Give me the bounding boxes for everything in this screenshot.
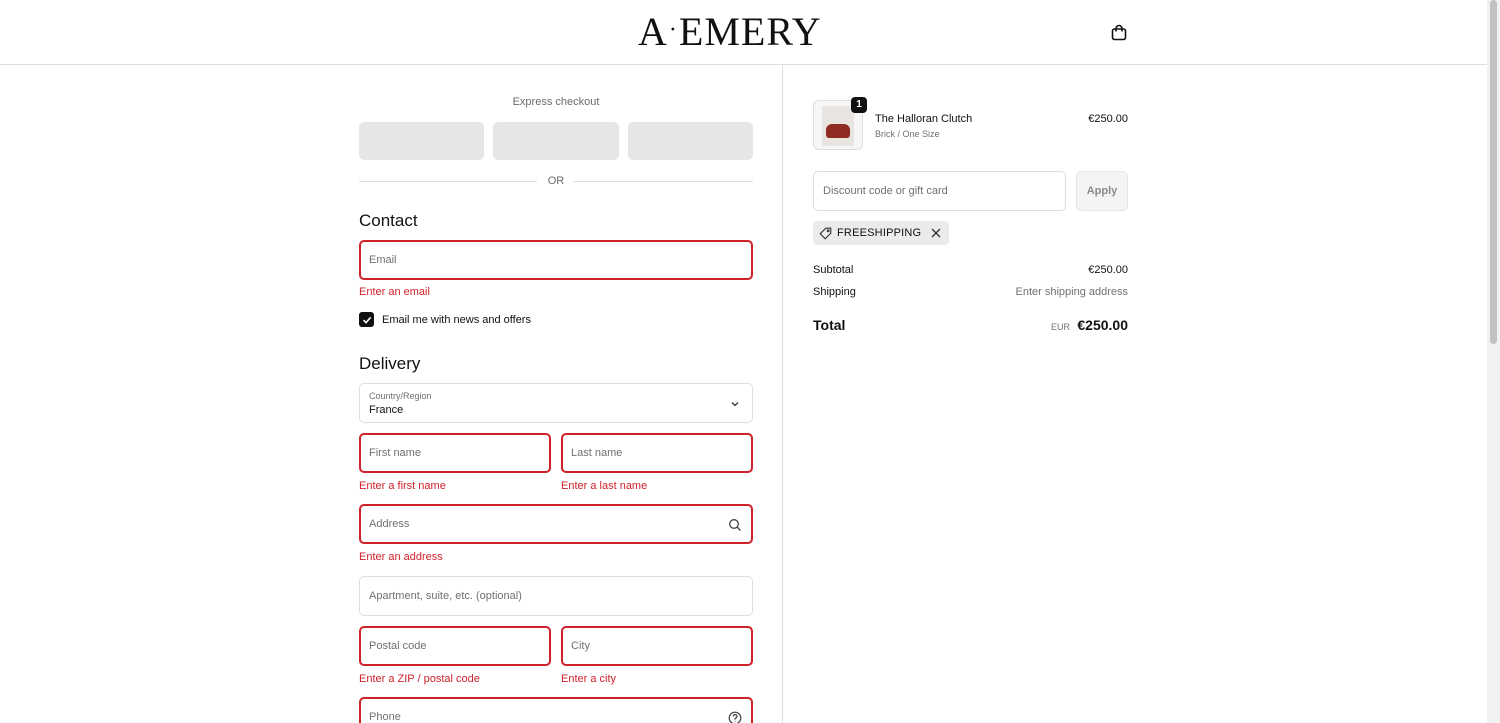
phone-field[interactable] bbox=[359, 697, 753, 723]
last-name-field[interactable] bbox=[561, 433, 753, 473]
apartment-input[interactable] bbox=[360, 577, 752, 615]
close-icon bbox=[931, 228, 941, 238]
subtotal-value: €250.00 bbox=[1088, 264, 1128, 276]
order-summary-panel bbox=[783, 65, 1487, 723]
shipping-row: Shipping Enter shipping address bbox=[813, 286, 1128, 298]
site-header: A·EMERY bbox=[0, 0, 1487, 65]
discount-field[interactable] bbox=[813, 171, 1066, 211]
total-label: Total bbox=[813, 317, 846, 333]
country-value: France bbox=[369, 404, 404, 416]
total-row: Total EUR €250.00 bbox=[813, 317, 1128, 337]
express-pay-button-1[interactable] bbox=[359, 122, 485, 160]
shipping-value: Enter shipping address bbox=[1015, 286, 1128, 298]
tag-icon bbox=[819, 227, 832, 240]
contact-title: Contact bbox=[359, 211, 418, 230]
product-name: The Halloran Clutch bbox=[875, 113, 973, 125]
email-input[interactable] bbox=[361, 242, 751, 278]
city-error: Enter a city bbox=[561, 673, 617, 685]
chevron-down-icon bbox=[731, 402, 739, 407]
postal-code-error: Enter a ZIP / postal code bbox=[359, 673, 480, 685]
express-pay-button-2[interactable] bbox=[493, 122, 619, 160]
last-name-error: Enter a last name bbox=[561, 480, 648, 492]
address-input[interactable] bbox=[361, 506, 751, 542]
express-checkout-buttons bbox=[359, 122, 753, 160]
product-variant: Brick / One Size bbox=[875, 129, 940, 139]
delivery-title: Delivery bbox=[359, 354, 421, 373]
email-error: Enter an email bbox=[359, 286, 430, 298]
checkmark-icon bbox=[362, 316, 371, 324]
applied-discount-tag: FREESHIPPING bbox=[813, 221, 950, 245]
column-divider bbox=[782, 65, 783, 723]
scrollbar-thumb[interactable] bbox=[1490, 0, 1497, 344]
apartment-field[interactable] bbox=[359, 576, 753, 616]
total-currency: EUR bbox=[1050, 322, 1070, 332]
brand-logo[interactable]: A·EMERY bbox=[638, 12, 822, 58]
first-name-field[interactable] bbox=[359, 433, 551, 473]
remove-discount-button[interactable] bbox=[929, 226, 943, 240]
express-pay-button-3[interactable] bbox=[627, 122, 753, 160]
newsletter-checkbox[interactable] bbox=[359, 312, 374, 327]
page-scrollbar[interactable] bbox=[1487, 0, 1500, 723]
phone-input[interactable] bbox=[361, 699, 751, 723]
product-image bbox=[822, 106, 854, 146]
address-error: Enter an address bbox=[359, 551, 443, 563]
country-label: Country/Region bbox=[369, 391, 432, 401]
newsletter-option[interactable]: Email me with news and offers bbox=[359, 312, 531, 327]
first-name-input[interactable] bbox=[361, 435, 549, 471]
first-name-error: Enter a first name bbox=[359, 480, 446, 492]
apply-discount-button[interactable]: Apply bbox=[1076, 171, 1128, 211]
subtotal-label: Subtotal bbox=[813, 264, 854, 276]
logo-dot: · bbox=[668, 17, 678, 43]
postal-code-input[interactable] bbox=[361, 628, 549, 664]
shopping-bag-icon bbox=[1111, 24, 1127, 40]
city-field[interactable] bbox=[561, 626, 753, 666]
total-value: €250.00 bbox=[1077, 317, 1128, 333]
last-name-input[interactable] bbox=[563, 435, 751, 471]
or-text: OR bbox=[547, 175, 565, 187]
newsletter-label: Email me with news and offers bbox=[382, 313, 531, 326]
help-icon[interactable] bbox=[728, 711, 742, 723]
postal-code-field[interactable] bbox=[359, 626, 551, 666]
discount-code-text: FREESHIPPING bbox=[837, 227, 922, 239]
shipping-label: Shipping bbox=[813, 286, 856, 298]
clutch-bag-image bbox=[826, 124, 850, 138]
address-field[interactable] bbox=[359, 504, 753, 544]
email-field[interactable] bbox=[359, 240, 753, 280]
city-input[interactable] bbox=[563, 628, 751, 664]
product-price: €250.00 bbox=[1088, 113, 1128, 125]
quantity-badge: 1 bbox=[851, 97, 867, 113]
cart-button[interactable] bbox=[1108, 21, 1130, 43]
express-checkout-label: Express checkout bbox=[512, 96, 600, 108]
discount-input[interactable] bbox=[814, 172, 1065, 210]
country-select[interactable]: Country/Region France bbox=[359, 383, 753, 423]
logo-part-emery: EMERY bbox=[678, 9, 822, 54]
logo-part-a: A bbox=[638, 9, 668, 54]
subtotal-row: Subtotal €250.00 bbox=[813, 264, 1128, 276]
search-icon[interactable] bbox=[728, 518, 742, 532]
or-separator: OR bbox=[359, 174, 753, 188]
